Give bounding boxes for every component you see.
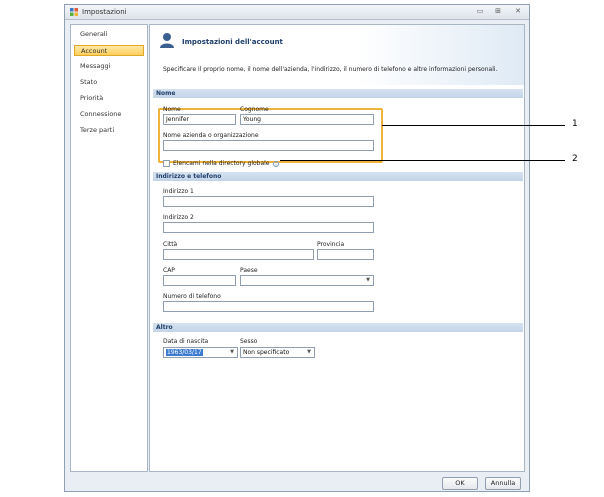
close-icon[interactable]: ✕ — [511, 6, 525, 17]
account-settings-panel: Impostazioni dell'account Specificare il… — [149, 24, 525, 472]
address1-label: Indirizzo 1 — [163, 188, 194, 195]
directory-checkbox-label: Elencami nella directory globale — [173, 160, 270, 167]
address2-field[interactable] — [163, 222, 374, 233]
address2-label: Indirizzo 2 — [163, 214, 194, 221]
sex-label: Sesso — [240, 338, 258, 345]
last-name-field[interactable]: Young — [240, 114, 374, 125]
sex-dropdown[interactable]: Non specificato ▼ — [240, 347, 315, 358]
dialog-footer: OK Annulla — [65, 475, 529, 491]
company-label: Nome azienda o organizzazione — [163, 132, 259, 139]
callout-number-1: 1 — [572, 119, 578, 129]
settings-sidebar: Generali Account Messaggi Stato Priorità… — [70, 24, 148, 472]
window-title: Impostazioni — [82, 8, 127, 16]
sidebar-item-connessione[interactable]: Connessione — [74, 109, 144, 120]
panel-title: Impostazioni dell'account — [182, 38, 283, 46]
chevron-down-icon: ▼ — [366, 277, 370, 283]
section-address-header: Indirizzo e telefono — [153, 172, 523, 181]
panel-description: Specificare il proprio nome, il nome del… — [163, 66, 498, 73]
address1-field[interactable] — [163, 196, 374, 207]
country-label: Paese — [240, 267, 258, 274]
phone-label: Numero di telefono — [163, 293, 221, 300]
city-field[interactable] — [163, 249, 314, 260]
cap-label: CAP — [163, 267, 175, 274]
minimize-icon[interactable]: ▭ — [473, 6, 487, 17]
sex-value: Non specificato — [243, 349, 290, 356]
sidebar-item-account[interactable]: Account — [74, 45, 144, 56]
first-name-field[interactable]: Jennifer — [163, 114, 236, 125]
info-icon[interactable]: i — [273, 161, 279, 167]
sidebar-item-priorita[interactable]: Priorità — [74, 93, 144, 104]
user-icon — [160, 33, 174, 48]
cap-field[interactable] — [163, 275, 236, 286]
first-name-label: Nome — [163, 106, 181, 113]
birth-date-value: 1963/03/17 — [166, 349, 203, 356]
directory-checkbox[interactable] — [163, 160, 170, 167]
panel-header: Impostazioni dell'account Specificare il… — [150, 25, 524, 85]
phone-field[interactable] — [163, 301, 374, 312]
callout-line-1 — [382, 125, 565, 126]
company-field[interactable] — [163, 140, 374, 151]
birth-date-picker[interactable]: 1963/03/17 ▼ — [163, 347, 238, 358]
settings-window: Impostazioni ▭ ⊞ ✕ Generali Account Mess… — [64, 4, 530, 492]
callout-number-2: 2 — [572, 154, 578, 164]
chevron-down-icon: ▼ — [307, 349, 311, 355]
section-altro-header: Altro — [153, 323, 523, 332]
province-field[interactable] — [317, 249, 374, 260]
maximize-icon[interactable]: ⊞ — [491, 6, 505, 17]
ok-button[interactable]: OK — [442, 477, 478, 490]
city-label: Città — [163, 241, 178, 248]
sidebar-item-generali[interactable]: Generali — [74, 29, 144, 40]
cancel-button[interactable]: Annulla — [485, 477, 521, 490]
birth-date-label: Data di nascita — [163, 338, 209, 345]
title-bar: Impostazioni ▭ ⊞ ✕ — [65, 5, 529, 20]
sidebar-item-messaggi[interactable]: Messaggi — [74, 61, 144, 72]
last-name-label: Cognome — [240, 106, 269, 113]
sidebar-item-terze-parti[interactable]: Terze parti — [74, 125, 144, 136]
section-nome-header: Nome — [153, 89, 523, 98]
province-label: Provincia — [317, 241, 345, 248]
sidebar-item-stato[interactable]: Stato — [74, 77, 144, 88]
chevron-down-icon: ▼ — [230, 349, 234, 355]
country-dropdown[interactable]: ▼ — [240, 275, 374, 286]
app-icon — [70, 8, 78, 16]
callout-line-2 — [280, 160, 565, 161]
